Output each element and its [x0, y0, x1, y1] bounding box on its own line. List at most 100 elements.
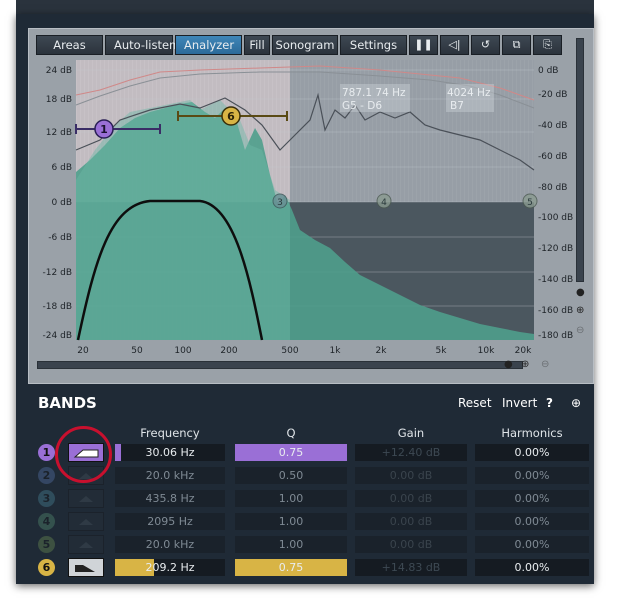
lock-icon[interactable]: ● [576, 287, 585, 299]
band-row-3[interactable]: 3 435.8 Hz 1.00 0.00 dB 0.00% [0, 489, 622, 509]
band-row-5[interactable]: 5 20.0 kHz 1.00 0.00 dB 0.00% [0, 535, 622, 555]
filter-shape-icon[interactable] [68, 489, 104, 508]
zoom-in-icon[interactable]: ⊕ [576, 305, 584, 317]
band-row-1[interactable]: 1 30.06 Hz 0.75 +12.40 dB 0.00% [0, 443, 622, 463]
q-field[interactable]: 1.00 [235, 513, 347, 530]
gain-value: +12.40 dB [381, 446, 441, 459]
bands-menu-icon[interactable]: ⊕ [571, 396, 581, 410]
filter-shape-icon[interactable] [68, 535, 104, 554]
q-field[interactable]: 1.00 [235, 536, 347, 553]
band-number-badge[interactable]: 3 [38, 490, 55, 507]
h-zoom-in-icon[interactable]: ⊕ [521, 359, 529, 371]
band-row-6[interactable]: 6 209.2 Hz 0.75 +14.83 dB 0.00% [0, 558, 622, 578]
frequency-field[interactable]: 20.0 kHz [115, 536, 225, 553]
band-number-badge[interactable]: 1 [38, 444, 55, 461]
q-field[interactable]: 0.75 [235, 444, 347, 461]
pause-icon[interactable]: ❚❚ [409, 35, 438, 55]
left-db-label: 12 dB [46, 128, 72, 138]
paste-icon[interactable]: ⎘ [533, 35, 562, 55]
freq-label: 2k [376, 346, 388, 356]
help-button[interactable]: ? [546, 396, 553, 410]
readout-1-freq: 787.1 74 Hz [342, 87, 406, 99]
band-4-marker-label: 4 [381, 198, 387, 208]
gain-value: 0.00 dB [389, 492, 433, 505]
harmonics-field[interactable]: 0.00% [475, 490, 589, 507]
q-field[interactable]: 0.75 [235, 559, 347, 576]
gain-header: Gain [397, 426, 425, 440]
frequency-field[interactable]: 30.06 Hz [115, 444, 225, 461]
settings-button[interactable]: Settings [340, 35, 407, 55]
left-db-label: 0 dB [52, 198, 72, 208]
frequency-field[interactable]: 209.2 Hz [115, 559, 225, 576]
gain-field[interactable]: 0.00 dB [355, 536, 467, 553]
frequency-header: Frequency [140, 426, 200, 440]
gain-field[interactable]: 0.00 dB [355, 513, 467, 530]
undo-icon[interactable]: ↺ [471, 35, 500, 55]
frequency-field[interactable]: 2095 Hz [115, 513, 225, 530]
frequency-axis: 20 50 100 200 500 1k 2k 5k 10k 20k [77, 346, 532, 356]
left-db-label: 6 dB [52, 163, 72, 173]
horizontal-scrollbar[interactable] [37, 361, 523, 369]
band-row-2[interactable]: 2 20.0 kHz 0.50 0.00 dB 0.00% [0, 466, 622, 486]
harmonics-field[interactable]: 0.00% [475, 467, 589, 484]
q-value: 1.00 [278, 492, 304, 505]
gain-field[interactable]: +12.40 dB [355, 444, 467, 461]
gain-value: +14.83 dB [381, 561, 441, 574]
band-5-marker-label: 5 [527, 198, 533, 208]
sonogram-button[interactable]: Sonogram [272, 35, 338, 55]
filter-shape-icon[interactable] [68, 466, 104, 485]
frequency-value: 20.0 kHz [145, 538, 195, 551]
band-number-badge[interactable]: 6 [38, 559, 55, 576]
right-db-label: 0 dB [538, 66, 558, 76]
speaker-icon[interactable]: ◁| [440, 35, 469, 55]
analyzer-button[interactable]: Analyzer [175, 35, 242, 55]
band-row-4[interactable]: 4 2095 Hz 1.00 0.00 dB 0.00% [0, 512, 622, 532]
harmonics-field[interactable]: 0.00% [475, 513, 589, 530]
harmonics-field[interactable]: 0.00% [475, 444, 589, 461]
band-number-badge[interactable]: 4 [38, 513, 55, 530]
readout-2-freq: 4024 Hz [447, 87, 491, 99]
h-lock-icon[interactable]: ● [504, 359, 513, 371]
freq-label: 10k [478, 346, 495, 356]
gain-field[interactable]: 0.00 dB [355, 490, 467, 507]
freq-label: 5k [436, 346, 448, 356]
copy-icon[interactable]: ⧉ [502, 35, 531, 55]
harmonics-value: 0.00% [514, 561, 550, 574]
filter-shape-icon[interactable] [68, 558, 104, 577]
q-value: 0.50 [278, 469, 304, 482]
q-field[interactable]: 0.50 [235, 467, 347, 484]
harmonics-value: 0.00% [514, 446, 550, 459]
freq-label: 50 [131, 346, 143, 356]
invert-button[interactable]: Invert [502, 396, 537, 410]
right-db-label: -80 dB [538, 183, 567, 193]
q-value: 0.75 [278, 446, 304, 459]
harmonics-field[interactable]: 0.00% [475, 536, 589, 553]
right-db-axis: 0 dB -20 dB -40 dB -60 dB -80 dB -100 dB… [538, 66, 573, 341]
frequency-field[interactable]: 20.0 kHz [115, 467, 225, 484]
filter-shape-icon[interactable] [68, 443, 104, 462]
q-field[interactable]: 1.00 [235, 490, 347, 507]
band-3-marker-label: 3 [277, 198, 283, 208]
left-db-label: 18 dB [46, 95, 72, 105]
filter-shape-icon[interactable] [68, 512, 104, 531]
auto-listen-button[interactable]: Auto-listen [105, 35, 176, 55]
gain-field[interactable]: +14.83 dB [355, 559, 467, 576]
band-number-badge[interactable]: 2 [38, 467, 55, 484]
right-db-label: -100 dB [538, 213, 573, 223]
left-db-label: -24 dB [43, 331, 72, 341]
reset-button[interactable]: Reset [458, 396, 492, 410]
right-db-label: -180 dB [538, 331, 573, 341]
frequency-field[interactable]: 435.8 Hz [115, 490, 225, 507]
frequency-value: 20.0 kHz [145, 469, 195, 482]
zoom-out-icon[interactable]: ⊖ [576, 325, 584, 337]
harmonics-field[interactable]: 0.00% [475, 559, 589, 576]
fill-button[interactable]: Fill [244, 35, 270, 55]
areas-button[interactable]: Areas [36, 35, 103, 55]
freq-label: 200 [220, 346, 237, 356]
harmonics-value: 0.00% [514, 492, 550, 505]
band-number-badge[interactable]: 5 [38, 536, 55, 553]
vertical-scrollbar[interactable] [576, 38, 584, 282]
bands-title: BANDS [38, 394, 97, 412]
gain-field[interactable]: 0.00 dB [355, 467, 467, 484]
h-zoom-out-icon[interactable]: ⊖ [541, 359, 549, 371]
